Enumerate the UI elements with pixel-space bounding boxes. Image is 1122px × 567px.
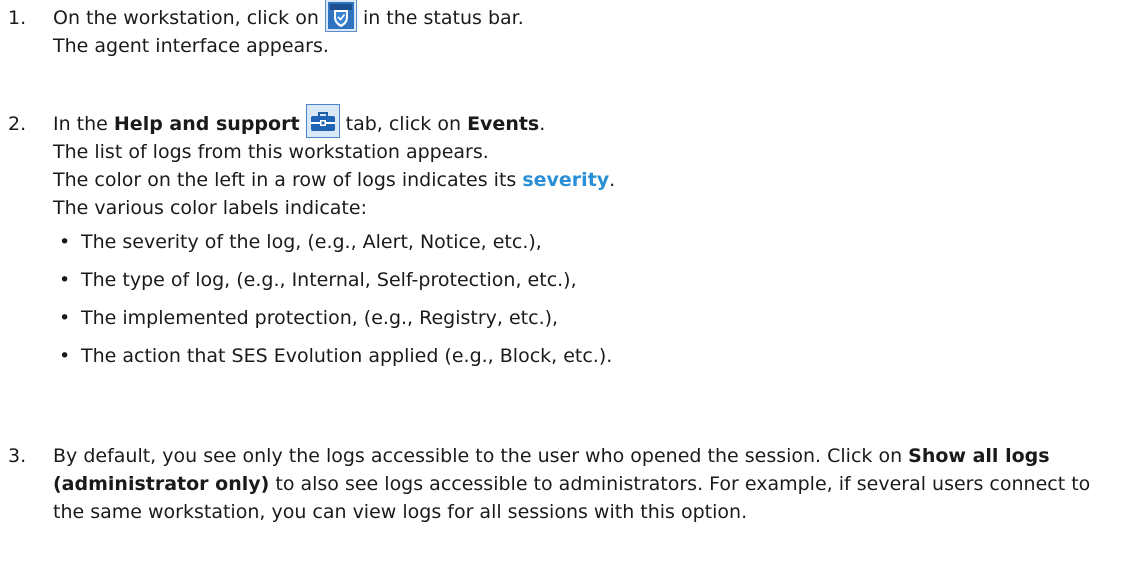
- document-page: 1. On the workstation, click on in the s…: [0, 0, 1122, 567]
- step-body: In the Help and support tab, click on Ev…: [53, 104, 1103, 380]
- agent-shield-icon: [324, 0, 357, 32]
- step-line: The various color labels indicate:: [53, 197, 367, 219]
- step-line: The agent interface appears.: [53, 35, 329, 57]
- step-line: The color on the left in a row of logs i…: [53, 169, 616, 191]
- step-line: On the workstation, click on in the stat…: [53, 0, 1103, 32]
- list-item: • The action that SES Evolution applied (…: [53, 342, 1103, 370]
- bullet-icon: •: [59, 345, 71, 367]
- step-number: 2.: [8, 113, 27, 135]
- events-label: Events: [467, 113, 540, 135]
- toolbox-icon: [305, 104, 340, 138]
- step-line: The list of logs from this workstation a…: [53, 141, 489, 163]
- step-number: 3.: [8, 445, 27, 467]
- bullet-icon: •: [59, 231, 71, 253]
- step-line: In the Help and support tab, click on Ev…: [53, 104, 1103, 138]
- step-number: 1.: [8, 7, 27, 29]
- list-item: • The type of log, (e.g., Internal, Self-…: [53, 266, 1103, 294]
- severity-link[interactable]: severity: [522, 169, 609, 191]
- help-and-support-tab-label: Help and support: [113, 113, 300, 135]
- list-item: • The severity of the log, (e.g., Alert, …: [53, 228, 1103, 256]
- step-body: By default, you see only the logs access…: [53, 445, 1091, 523]
- step-body: On the workstation, click on in the stat…: [53, 0, 1103, 60]
- color-label-list: • The severity of the log, (e.g., Alert, …: [53, 228, 1103, 370]
- bullet-icon: •: [59, 269, 71, 291]
- bullet-icon: •: [59, 307, 71, 329]
- list-item: • The implemented protection, (e.g., Regi…: [53, 304, 1103, 332]
